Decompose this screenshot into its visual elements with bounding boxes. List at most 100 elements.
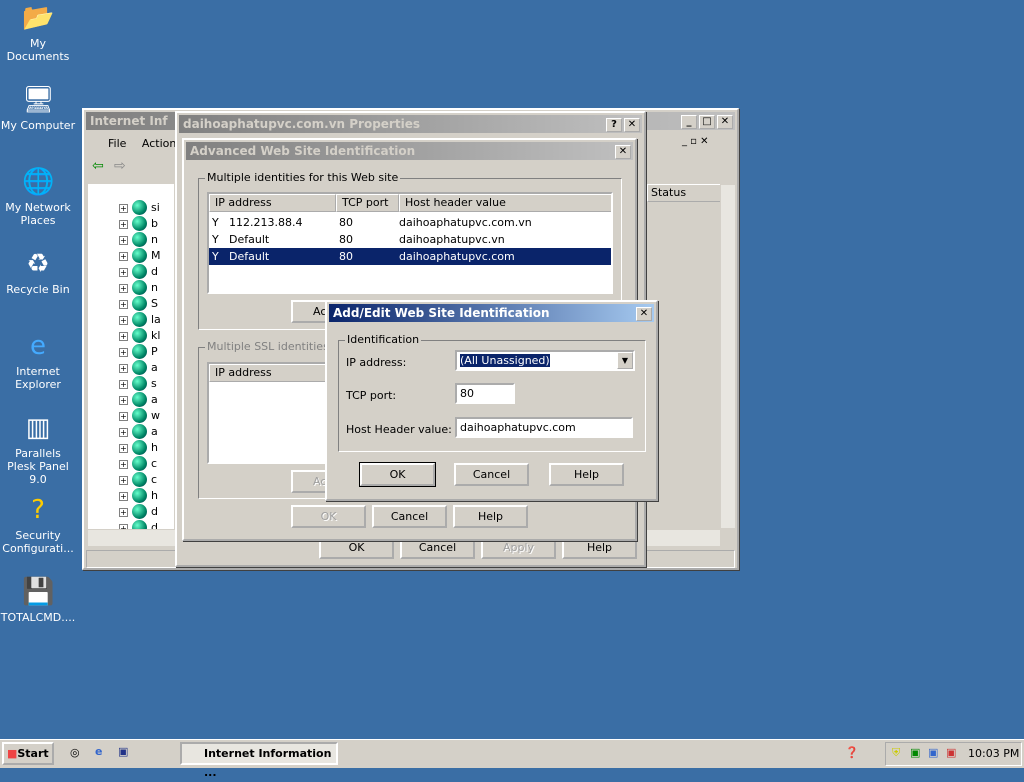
clock[interactable]: 10:03 PM	[968, 747, 1019, 760]
desktop-icon-ie[interactable]: e Internet Explorer	[0, 330, 76, 391]
expand-icon[interactable]: +	[119, 220, 128, 229]
forward-icon[interactable]: ⇨	[114, 158, 126, 174]
row-host: daihoaphatupvc.vn	[399, 233, 505, 246]
computer-icon: 🖥	[22, 85, 56, 115]
ip-address-label: IP address:	[346, 356, 407, 369]
desktop-icon-network[interactable]: 🌐 My Network Places	[0, 166, 76, 227]
expand-icon[interactable]: +	[119, 428, 128, 437]
help-icon[interactable]: ❓	[845, 746, 859, 759]
row-ip: 112.213.88.4	[229, 216, 303, 229]
ie-icon: e	[30, 331, 46, 361]
connection-icon[interactable]: ▣	[928, 746, 938, 759]
host-header-input[interactable]: daihoaphatupvc.com	[455, 417, 633, 438]
maximize-button[interactable]: □	[699, 115, 715, 129]
expand-icon[interactable]: +	[119, 268, 128, 277]
back-icon[interactable]: ⇦	[92, 158, 104, 174]
desktop-icon-my-computer[interactable]: 🖥 My Computer	[0, 84, 76, 132]
expand-icon[interactable]: +	[119, 204, 128, 213]
expand-icon[interactable]: +	[119, 476, 128, 485]
expand-icon[interactable]: +	[119, 236, 128, 245]
menu-file[interactable]: File	[108, 137, 126, 150]
start-button[interactable]: ■ Start	[2, 742, 54, 765]
advanced-ok-button[interactable]: OK	[291, 505, 366, 528]
close-button[interactable]: ✕	[624, 118, 640, 132]
row-ip: Default	[229, 233, 270, 246]
website-globe-icon	[132, 424, 147, 439]
tcp-port-input[interactable]: 80	[455, 383, 515, 404]
expand-icon[interactable]: +	[119, 300, 128, 309]
expand-icon[interactable]: +	[119, 364, 128, 373]
quicklaunch-floppy-icon[interactable]: ▣	[118, 745, 128, 758]
col-port[interactable]: TCP port	[336, 194, 399, 212]
website-globe-icon	[132, 264, 147, 279]
shield-icon[interactable]: ⛨	[892, 746, 900, 760]
tcp-port-label: TCP port:	[346, 389, 397, 402]
network-tray-icon[interactable]: ▣	[910, 746, 920, 759]
website-globe-icon	[132, 280, 147, 295]
expand-icon[interactable]: +	[119, 492, 128, 501]
row-host: daihoaphatupvc.com.vn	[399, 216, 532, 229]
menu-action[interactable]: Action	[142, 137, 176, 150]
expand-icon[interactable]: +	[119, 412, 128, 421]
expand-icon[interactable]: +	[119, 460, 128, 469]
expand-icon[interactable]: +	[119, 524, 128, 529]
chevron-down-icon[interactable]: ▼	[617, 352, 633, 369]
expand-icon[interactable]: +	[119, 508, 128, 517]
expand-icon[interactable]: +	[119, 252, 128, 261]
identity-row[interactable]: Y Default 80 daihoaphatupvc.vn	[209, 231, 611, 248]
desktop-icon-my-documents[interactable]: 📂 My Documents	[0, 2, 76, 63]
addedit-cancel-button[interactable]: Cancel	[454, 463, 529, 486]
website-globe-icon	[132, 376, 147, 391]
folder-icon: 📂	[22, 3, 55, 33]
expand-icon[interactable]: +	[119, 348, 128, 357]
row-port: 80	[339, 233, 353, 246]
expand-icon[interactable]: +	[119, 332, 128, 341]
desktop-icon-security[interactable]: ? Security Configurati...	[0, 494, 76, 555]
desktop-icon-recycle-bin[interactable]: ♻ Recycle Bin	[0, 248, 76, 296]
vertical-scrollbar[interactable]	[720, 184, 736, 529]
taskbar-item-iis[interactable]: Internet Information ...	[180, 742, 338, 779]
identity-row[interactable]: Y 112.213.88.4 80 daihoaphatupvc.com.vn	[209, 214, 611, 231]
website-globe-icon	[132, 232, 147, 247]
row-port: 80	[339, 216, 353, 229]
addedit-ok-button[interactable]: OK	[359, 462, 436, 487]
website-globe-icon	[132, 200, 147, 215]
addedit-help-button[interactable]: Help	[549, 463, 624, 486]
host-header-label: Host Header value:	[346, 423, 452, 436]
addedit-title-bar[interactable]: Add/Edit Web Site Identification ✕	[329, 304, 654, 322]
advanced-title-bar[interactable]: Advanced Web Site Identification ✕	[186, 142, 633, 160]
identity-row[interactable]: Y Default 80 daihoaphatupvc.com	[209, 248, 611, 265]
quicklaunch-ie-icon[interactable]: e	[95, 745, 102, 758]
advanced-help-button[interactable]: Help	[453, 505, 528, 528]
properties-title-bar[interactable]: daihoaphatupvc.com.vn Properties ? ✕	[179, 115, 642, 133]
ip-address-select[interactable]: (All Unassigned) ▼	[455, 350, 635, 371]
expand-icon[interactable]: +	[119, 284, 128, 293]
quicklaunch-desktop-icon[interactable]: ◎	[70, 746, 80, 759]
website-globe-icon	[132, 216, 147, 231]
expand-icon[interactable]: +	[119, 380, 128, 389]
windows-logo-icon: ■	[7, 747, 18, 760]
desktop-icon-totalcmd[interactable]: 💾 TOTALCMD....	[0, 576, 76, 624]
website-globe-icon	[132, 408, 147, 423]
identities-list[interactable]: IP address TCP port Host header value Y1…	[207, 192, 613, 294]
advanced-cancel-button[interactable]: Cancel	[372, 505, 447, 528]
col-host[interactable]: Host header value	[399, 194, 611, 212]
desktop-icon-plesk[interactable]: ▥ Parallels Plesk Panel 9.0	[0, 412, 76, 486]
help-icon[interactable]: ?	[606, 118, 622, 132]
close-button[interactable]: ✕	[615, 145, 631, 159]
row-port: 80	[339, 250, 353, 263]
close-button[interactable]: ✕	[636, 307, 652, 321]
website-globe-icon	[132, 472, 147, 487]
expand-icon[interactable]: +	[119, 396, 128, 405]
expand-icon[interactable]: +	[119, 316, 128, 325]
expand-icon[interactable]: +	[119, 444, 128, 453]
network-icon: 🌐	[22, 167, 55, 197]
add-edit-identification-dialog: Add/Edit Web Site Identification ✕ Ident…	[325, 300, 658, 501]
status-column-header[interactable]: Status	[647, 184, 721, 202]
mdi-controls[interactable]: _ ▫ ✕	[682, 136, 709, 147]
minimize-button[interactable]: _	[681, 115, 697, 129]
col-ip[interactable]: IP address	[209, 194, 336, 212]
website-globe-icon	[132, 488, 147, 503]
plesk-tray-icon[interactable]: ▣	[946, 746, 956, 759]
close-button[interactable]: ✕	[717, 115, 733, 129]
